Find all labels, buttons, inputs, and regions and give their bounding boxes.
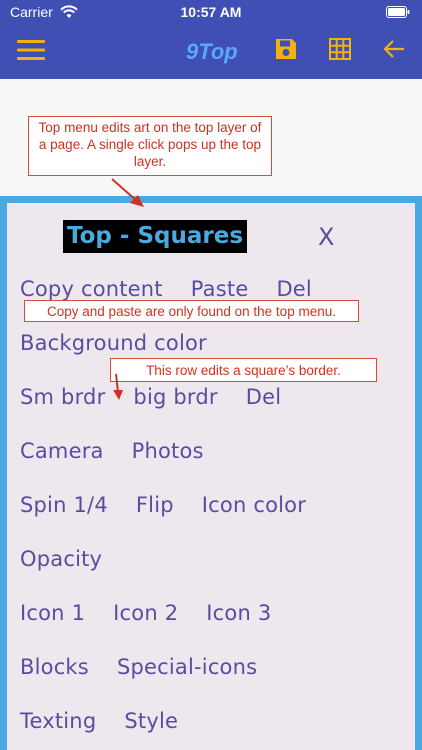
grid-icon[interactable] bbox=[329, 38, 351, 60]
annotation-arrow-icon bbox=[111, 178, 144, 207]
copy-paste-annotation: Copy and paste are only found on the top… bbox=[24, 300, 359, 322]
top-bar: Carrier 10:57 AM 9Top bbox=[0, 0, 422, 79]
opacity-button[interactable]: Opacity bbox=[20, 547, 102, 571]
camera-button[interactable]: Camera bbox=[20, 439, 104, 463]
close-button[interactable]: X bbox=[318, 223, 334, 251]
blocks-button[interactable]: Blocks bbox=[20, 655, 89, 679]
battery-icon bbox=[386, 6, 410, 18]
copy-content-button[interactable]: Copy content bbox=[20, 277, 163, 301]
menu-row-background: Background color bbox=[20, 331, 235, 361]
panel-title: Top - Squares bbox=[63, 220, 248, 253]
menu-row-text: Texting Style bbox=[20, 709, 206, 739]
status-time: 10:57 AM bbox=[180, 4, 242, 20]
annotation-arrow-icon bbox=[113, 373, 123, 400]
flip-button[interactable]: Flip bbox=[136, 493, 174, 517]
big-border-button[interactable]: big brdr bbox=[133, 385, 217, 409]
background-color-button[interactable]: Background color bbox=[20, 331, 207, 355]
menu-row-blocks: Blocks Special-icons bbox=[20, 655, 285, 685]
icon-1-button[interactable]: Icon 1 bbox=[20, 601, 85, 625]
small-border-button[interactable]: Sm brdr bbox=[20, 385, 105, 409]
texting-button[interactable]: Texting bbox=[20, 709, 96, 733]
delete-content-button[interactable]: Del bbox=[276, 277, 312, 301]
spin-quarter-button[interactable]: Spin 1/4 bbox=[20, 493, 108, 517]
app-title: 9Top bbox=[186, 39, 238, 64]
top-menu-annotation: Top menu edits art on the top layer of a… bbox=[28, 116, 272, 176]
paste-button[interactable]: Paste bbox=[191, 277, 249, 301]
menu-row-transform: Spin 1/4 Flip Icon color bbox=[20, 493, 334, 523]
back-arrow-icon[interactable] bbox=[383, 39, 405, 59]
menu-row-opacity: Opacity bbox=[20, 547, 130, 577]
top-menu-panel-body: Top - Squares X Copy content Paste Del Bac… bbox=[7, 203, 415, 750]
icon-3-button[interactable]: Icon 3 bbox=[206, 601, 271, 625]
style-button[interactable]: Style bbox=[124, 709, 178, 733]
app-screen: Carrier 10:57 AM 9Top Top menu edits art… bbox=[0, 0, 422, 750]
status-bar: Carrier 10:57 AM bbox=[0, 0, 422, 26]
icon-color-button[interactable]: Icon color bbox=[202, 493, 306, 517]
menu-row-icons: Icon 1 Icon 2 Icon 3 bbox=[20, 601, 299, 631]
menu-row-media: Camera Photos bbox=[20, 439, 232, 469]
navigation-bar: 9Top bbox=[0, 26, 422, 79]
top-menu-panel: Top - Squares X Copy content Paste Del Bac… bbox=[0, 196, 422, 750]
save-icon[interactable] bbox=[275, 38, 297, 60]
hamburger-menu-icon[interactable] bbox=[17, 39, 45, 61]
delete-border-button[interactable]: Del bbox=[246, 385, 282, 409]
border-row-annotation: This row edits a square’s border. bbox=[110, 358, 377, 382]
special-icons-button[interactable]: Special-icons bbox=[117, 655, 257, 679]
icon-2-button[interactable]: Icon 2 bbox=[113, 601, 178, 625]
photos-button[interactable]: Photos bbox=[132, 439, 204, 463]
menu-row-border: Sm brdr big brdr Del bbox=[20, 385, 309, 415]
